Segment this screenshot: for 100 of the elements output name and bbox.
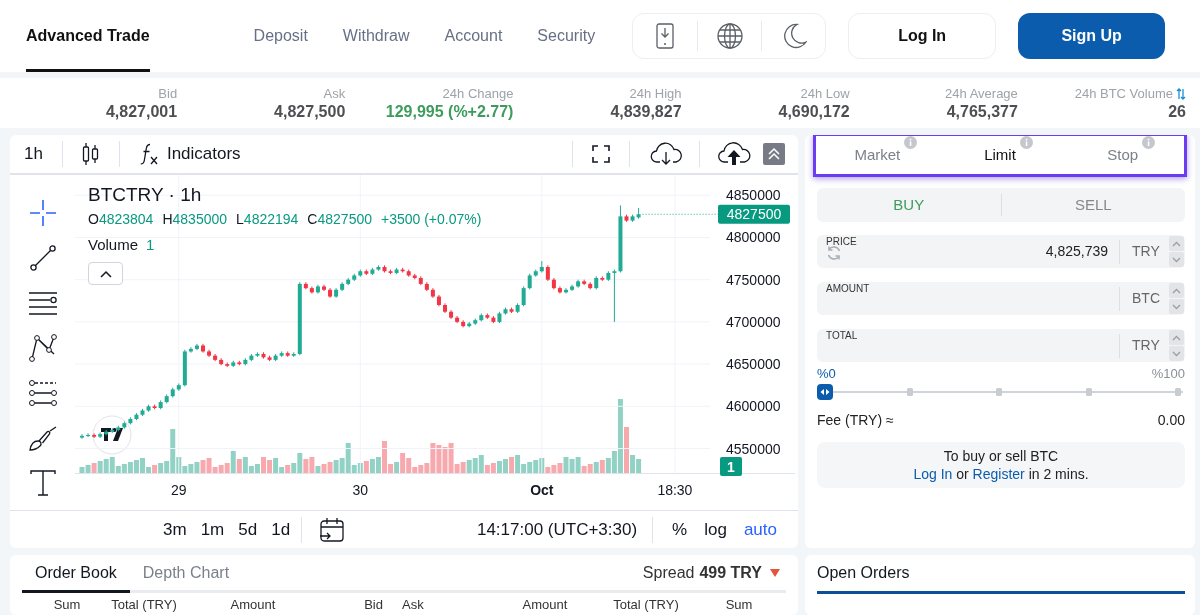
stat-value: 4,839,827 bbox=[609, 101, 682, 121]
slider-stop-icon bbox=[1175, 388, 1181, 396]
column-header: Amount bbox=[229, 597, 277, 612]
swap-icon[interactable] bbox=[1176, 87, 1186, 100]
parallel-lines-icon[interactable] bbox=[27, 378, 58, 408]
cloud-download-icon[interactable] bbox=[649, 142, 683, 166]
column-header: Total (TRY) bbox=[110, 597, 178, 612]
cloud-upload-icon[interactable] bbox=[716, 142, 752, 166]
nav-tab[interactable]: Withdraw bbox=[342, 0, 410, 72]
candle bbox=[443, 302, 447, 314]
notice-title: To buy or sell BTC bbox=[942, 447, 1060, 465]
stat-value: 129,995 (%+2.77) bbox=[384, 101, 514, 121]
spread-value: 499 TRY bbox=[699, 562, 762, 583]
field-label: AMOUNT bbox=[826, 283, 870, 295]
ohlc-value: H4835000 bbox=[162, 210, 228, 228]
percent-label: %100 bbox=[1151, 366, 1185, 381]
stat-value: 4,765,377 bbox=[945, 101, 1018, 121]
price-axis-label: 4700000 bbox=[726, 313, 781, 330]
range-button[interactable]: 5d bbox=[238, 516, 258, 543]
order-type-tab[interactable]: Stop bbox=[1107, 144, 1139, 167]
fee-label: Fee (TRY) ≈ bbox=[817, 412, 894, 429]
stat-label: 24h Average bbox=[945, 85, 1018, 102]
zigzag-icon[interactable] bbox=[27, 333, 58, 363]
price-axis-label: 4550000 bbox=[726, 440, 781, 457]
crosshair-icon[interactable] bbox=[27, 198, 58, 228]
time-axis-label: 30 bbox=[352, 482, 369, 498]
globe-icon[interactable] bbox=[716, 23, 743, 49]
chevron-up-icon bbox=[1172, 334, 1181, 341]
chevron-up-icon bbox=[1172, 287, 1181, 294]
text-tool-icon[interactable] bbox=[27, 468, 58, 498]
nav-tab[interactable]: Account bbox=[444, 0, 503, 72]
candle bbox=[80, 433, 84, 440]
order-type-tab[interactable]: Limit bbox=[984, 144, 1016, 167]
collapse-legend-button[interactable] bbox=[88, 262, 123, 285]
caret-down-icon[interactable] bbox=[770, 568, 780, 577]
nav-tab[interactable]: Deposit bbox=[253, 0, 308, 72]
stat-label: 24h Low bbox=[800, 85, 850, 102]
price-axis-label: 4800000 bbox=[726, 229, 781, 246]
text-link[interactable]: Register bbox=[972, 466, 1025, 482]
signup-button[interactable]: Sign Up bbox=[1018, 13, 1166, 59]
percent-label: %0 bbox=[817, 366, 836, 381]
column-header: Sum bbox=[52, 597, 82, 612]
text-link[interactable]: Log In bbox=[913, 466, 953, 482]
time-axis-label: 29 bbox=[171, 482, 187, 498]
chevron-down-icon bbox=[1172, 256, 1181, 263]
clock-time: 14:17:00 (UTC+3:30) bbox=[476, 518, 638, 541]
slider-stop-icon bbox=[906, 388, 913, 396]
chevron-up-icon bbox=[99, 269, 112, 278]
phone-download-icon[interactable] bbox=[656, 23, 675, 49]
scale-button[interactable]: auto bbox=[743, 516, 777, 543]
indicators-button[interactable]: Indicators bbox=[138, 141, 241, 167]
scale-button[interactable]: log bbox=[704, 516, 727, 543]
slider-stop-icon bbox=[1085, 388, 1092, 396]
stat-value: 4,690,172 bbox=[777, 101, 850, 121]
collapse-button[interactable] bbox=[763, 143, 785, 165]
column-header: Total (TRY) bbox=[612, 597, 680, 612]
login-prompt: Log In or Register in 2 mins. bbox=[912, 465, 1090, 483]
unit-label: BTC bbox=[1132, 290, 1160, 307]
line-tool-icon[interactable] bbox=[27, 243, 58, 273]
book-tab[interactable]: Order Book bbox=[22, 555, 130, 593]
ohlc-value: L4822194 bbox=[236, 210, 299, 228]
nav-tab[interactable]: Security bbox=[537, 0, 596, 72]
range-button[interactable]: 3m bbox=[163, 516, 187, 543]
login-button[interactable]: Log In bbox=[848, 13, 997, 59]
function-icon bbox=[138, 142, 159, 166]
unit-label: TRY bbox=[1132, 243, 1160, 260]
ohlc-value: C4827500 bbox=[307, 210, 372, 228]
candles-icon[interactable] bbox=[81, 142, 100, 166]
range-button[interactable]: 1m bbox=[200, 516, 225, 543]
order-type-tab[interactable]: Market bbox=[854, 144, 901, 167]
chevron-down-icon bbox=[1172, 350, 1181, 357]
book-tab[interactable]: Depth Chart bbox=[129, 555, 243, 593]
last-price-tag: 4827500 bbox=[718, 204, 790, 224]
price-axis-label: 4650000 bbox=[726, 356, 781, 373]
column-header: Bid bbox=[363, 597, 383, 612]
scale-button[interactable]: % bbox=[672, 516, 688, 543]
slider-stop-icon bbox=[996, 388, 1002, 396]
nav-tab[interactable]: Advanced Trade bbox=[26, 0, 150, 72]
stat-label: Ask bbox=[323, 85, 346, 102]
stat-value: 4,827,001 bbox=[104, 101, 178, 121]
field-label: PRICE bbox=[826, 236, 857, 248]
calendar-icon[interactable] bbox=[319, 516, 346, 543]
chevron-down-icon bbox=[1172, 303, 1181, 310]
fee-value: 0.00 bbox=[1157, 412, 1185, 429]
slider-thumb[interactable] bbox=[817, 384, 833, 400]
volume-label: Volume bbox=[88, 236, 139, 254]
interval-button[interactable]: 1h bbox=[24, 141, 43, 167]
stat-label: 24h BTC Volume bbox=[1074, 85, 1173, 102]
ohlc-value: O4823804 bbox=[88, 210, 154, 228]
time-axis-label: 18:30 bbox=[657, 482, 693, 498]
volume-tag: 1 bbox=[720, 457, 742, 476]
slider-track[interactable] bbox=[817, 384, 1185, 400]
fullscreen-icon[interactable] bbox=[592, 145, 610, 163]
time-axis-label: Oct bbox=[530, 482, 554, 498]
field-value: 4,825,739 bbox=[1045, 243, 1108, 260]
chart-logo-icon[interactable] bbox=[92, 415, 132, 455]
column-header: Ask bbox=[401, 597, 425, 612]
range-button[interactable]: 1d bbox=[271, 516, 291, 543]
candle bbox=[201, 343, 205, 354]
price-axis-label: 4600000 bbox=[726, 398, 781, 415]
